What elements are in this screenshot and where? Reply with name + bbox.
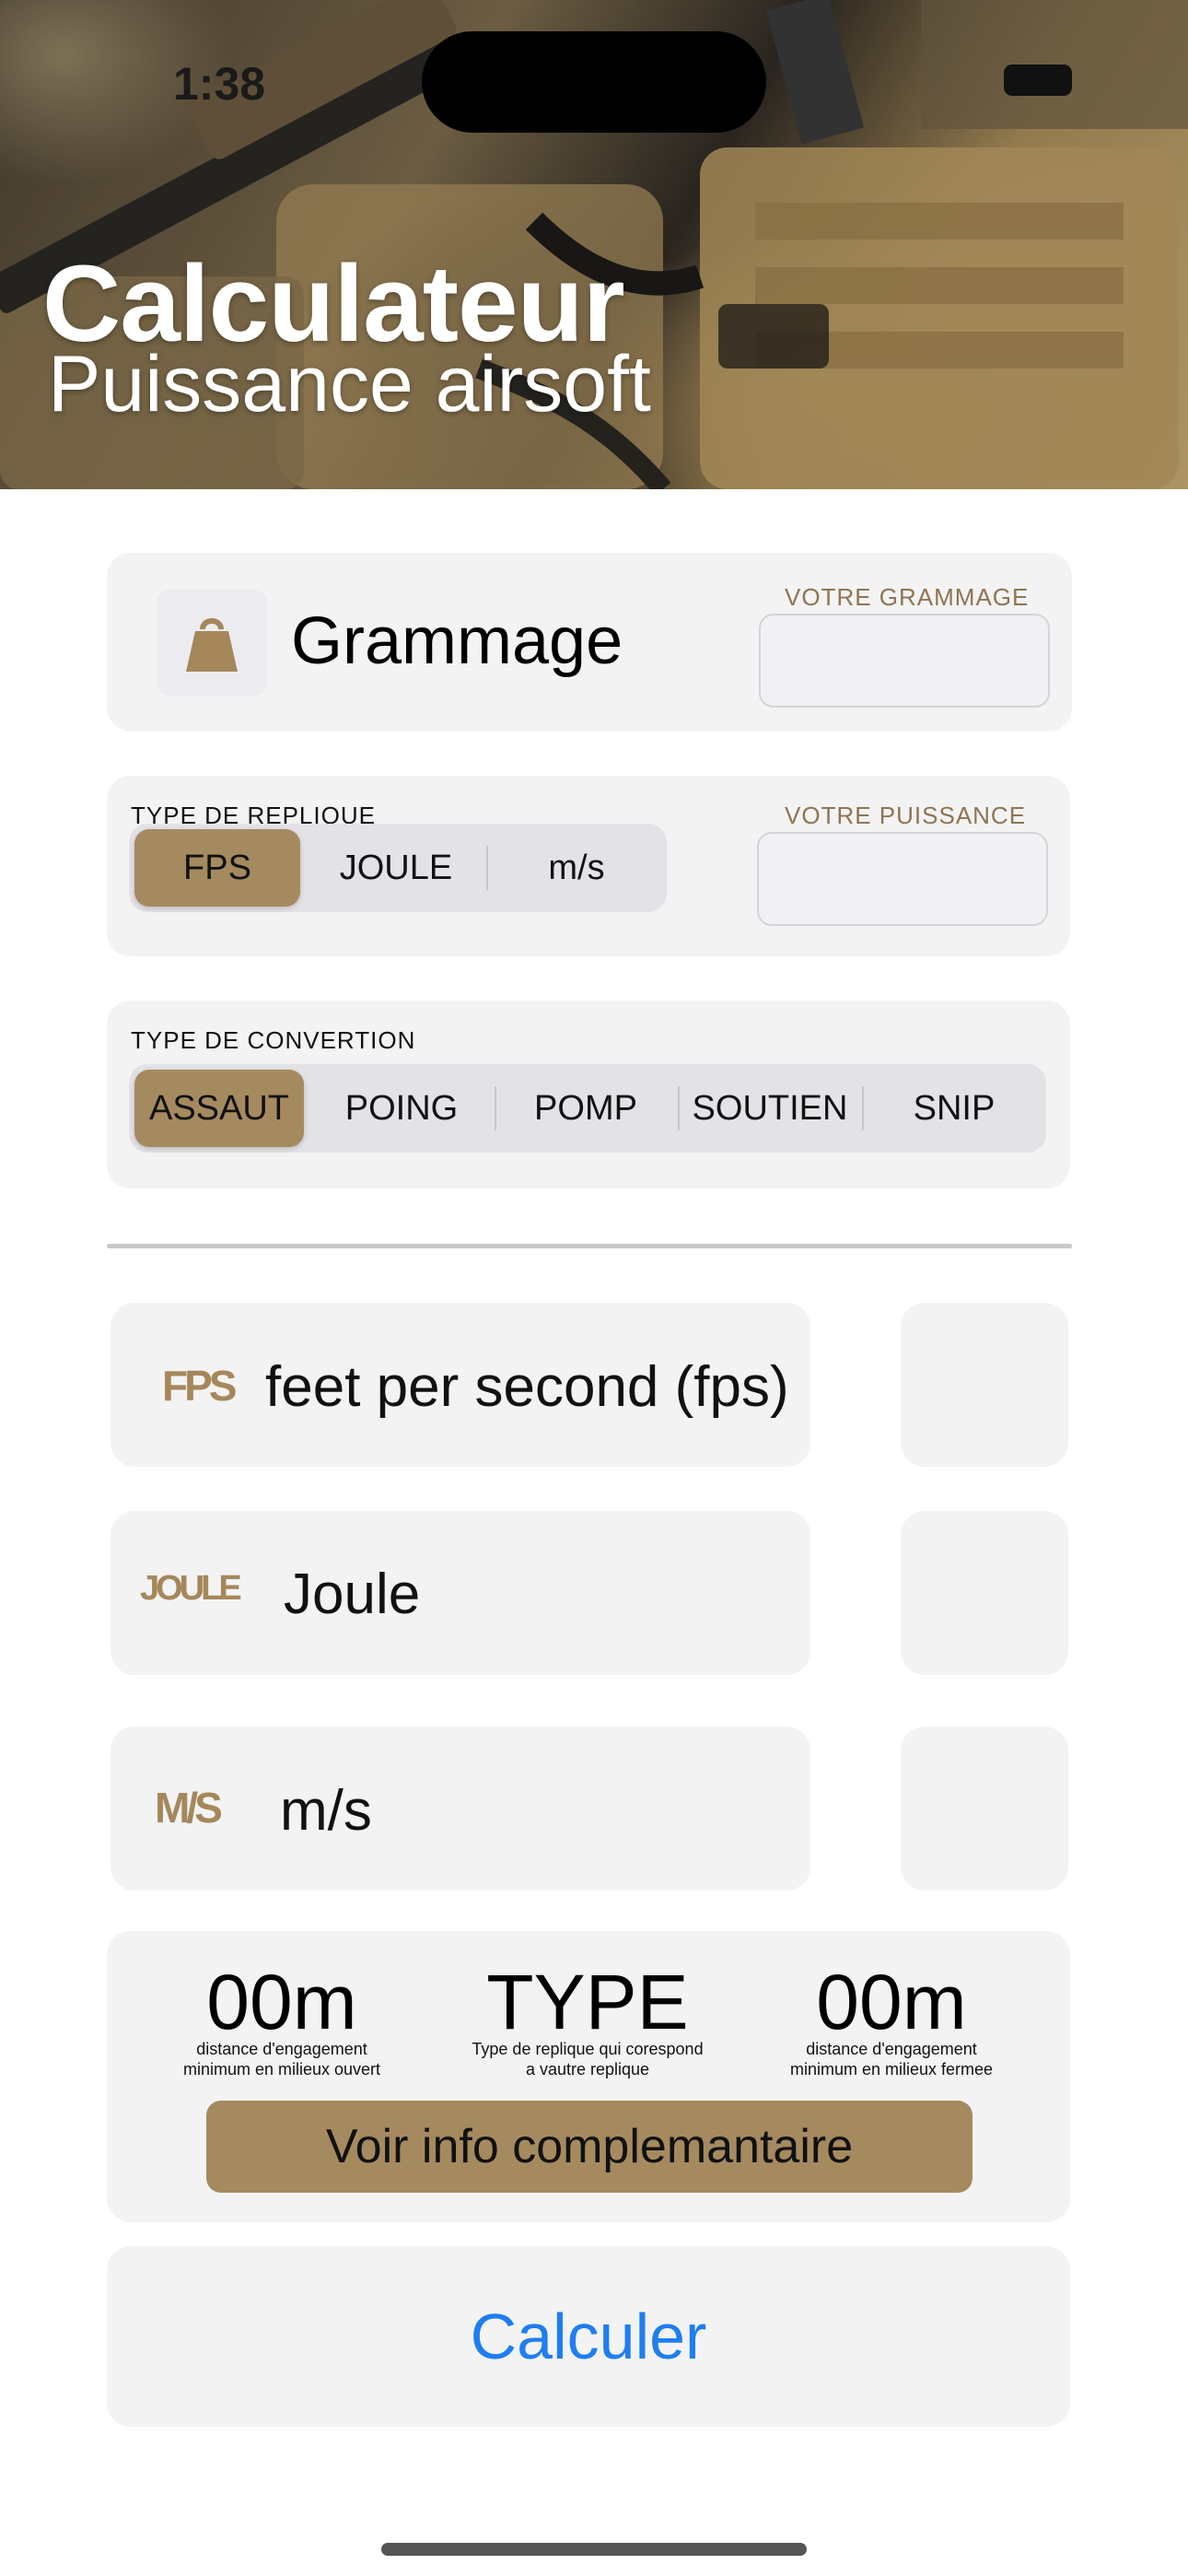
status-bar-time: 1:38 (173, 58, 266, 110)
page-subtitle: Puissance airsoft (48, 340, 651, 428)
home-indicator[interactable] (381, 2543, 807, 2556)
segment-divider (495, 1086, 496, 1130)
open-distance-caption-line2: minimum en milieux ouvert (182, 2060, 381, 2078)
grammage-label: Grammage (291, 604, 623, 678)
fps-badge-icon: FPS (162, 1362, 237, 1410)
closed-distance-caption-line2: minimum en milieux fermee (789, 2060, 994, 2078)
battery-icon (1004, 64, 1072, 96)
replica-type-value: TYPE (486, 1959, 689, 2045)
calculate-button[interactable]: Calculer (107, 2246, 1070, 2427)
more-info-button[interactable]: Voir info complemantaire (206, 2101, 973, 2193)
segment-poing[interactable]: POING (317, 1070, 486, 1147)
unit-value-fps (901, 1303, 1068, 1467)
open-distance-caption-line1: distance d'engagement (196, 2040, 367, 2058)
type-caption-line2: a vautre replique (525, 2060, 650, 2078)
grammage-input[interactable] (759, 614, 1050, 708)
dynamic-island (422, 31, 766, 133)
grammage-input-caption: VOTRE GRAMMAGE (785, 583, 1030, 611)
segment-ms[interactable]: m/s (494, 829, 659, 907)
closed-distance-caption-line1: distance d'engagement (806, 2040, 977, 2058)
unit-value-ms (901, 1727, 1068, 1891)
closed-distance-value: 00m (816, 1959, 967, 2045)
calculate-label: Calculer (470, 2301, 707, 2372)
segment-soutien[interactable]: SOUTIEN (685, 1070, 855, 1147)
conversion-type-segmented-control: ASSAUT POING POMP SOUTIEN SNIP (129, 1064, 1046, 1153)
segment-joule[interactable]: JOULE (313, 829, 479, 907)
open-distance-value: 00m (206, 1959, 357, 2045)
segment-divider (862, 1086, 864, 1130)
segment-assaut[interactable]: ASSAUT (134, 1070, 304, 1147)
weight-icon (157, 590, 267, 696)
segment-divider (678, 1086, 680, 1130)
unit-label-ms: m/s (280, 1779, 372, 1843)
type-caption-line1: Type de replique qui corespond (472, 2040, 704, 2058)
unit-label-fps: feet per second (fps) (265, 1355, 789, 1419)
power-input-caption: VOTRE PUISSANCE (785, 802, 1027, 829)
ms-badge-icon: M/S (155, 1784, 223, 1832)
joule-badge-icon: JOULE (140, 1569, 242, 1608)
unit-label-joule: Joule (284, 1563, 421, 1626)
segment-snip[interactable]: SNIP (869, 1070, 1039, 1147)
hero-banner: 1:38 Calculateur Puissance airsoft (0, 0, 1188, 489)
section-divider (107, 1244, 1072, 1248)
segment-pomp[interactable]: POMP (501, 1070, 670, 1147)
unit-value-joule (901, 1511, 1068, 1675)
replica-type-segmented-control: FPS JOULE m/s (129, 824, 667, 912)
segment-divider (486, 846, 488, 890)
power-input[interactable] (757, 832, 1048, 926)
segment-fps[interactable]: FPS (134, 829, 300, 907)
conversion-type-caption: TYPE DE CONVERTION (131, 1026, 416, 1054)
